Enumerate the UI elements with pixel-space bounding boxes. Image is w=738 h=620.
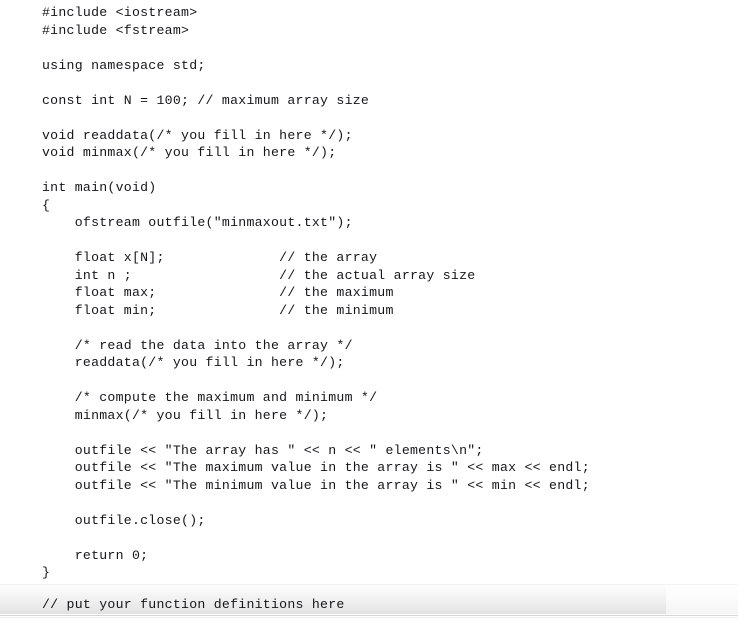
- footer-band-bottom-divider: [0, 615, 738, 616]
- code-line: minmax(/* you fill in here */);: [42, 407, 329, 423]
- code-line: void readdata(/* you fill in here */);: [42, 127, 353, 143]
- footer-band-top-divider: [0, 584, 738, 585]
- code-line: ofstream outfile("minmaxout.txt");: [42, 215, 353, 230]
- code-line: return 0;: [42, 547, 149, 563]
- code-listing-page: #include <iostream> #include <fstream> usi…: [0, 0, 738, 620]
- code-line: void minmax(/* you fill in here */);: [42, 145, 337, 160]
- footer-comment-line: // put your function definitions here: [42, 597, 345, 612]
- code-line: const int N = 100; // maximum array size: [42, 92, 370, 108]
- code-line: /* read the data into the array */: [42, 337, 353, 353]
- code-line: outfile << "The maximum value in the arr…: [42, 460, 590, 475]
- source-code-block: #include <iostream> #include <fstream> usi…: [0, 0, 738, 582]
- code-line: outfile.close();: [42, 512, 206, 528]
- code-line: {: [42, 197, 51, 213]
- code-line: using namespace std;: [42, 57, 206, 73]
- code-line: #include <iostream>: [42, 5, 198, 20]
- code-line: outfile << "The array has " << n << " el…: [42, 442, 484, 458]
- code-line: readdata(/* you fill in here */);: [42, 355, 345, 370]
- code-line: float x[N]; // the array: [42, 250, 378, 265]
- code-line: int n ; // the actual array size: [42, 267, 476, 283]
- footer-band-bottom-divider-secondary: [0, 617, 738, 618]
- code-line: int main(void): [42, 180, 157, 195]
- code-line: float max; // the maximum: [42, 285, 394, 300]
- code-line: /* compute the maximum and minimum */: [42, 390, 378, 405]
- code-line: #include <fstream>: [42, 22, 190, 38]
- code-line: float min; // the minimum: [42, 302, 394, 318]
- code-line: }: [42, 565, 51, 580]
- code-line: outfile << "The minimum value in the arr…: [42, 477, 590, 493]
